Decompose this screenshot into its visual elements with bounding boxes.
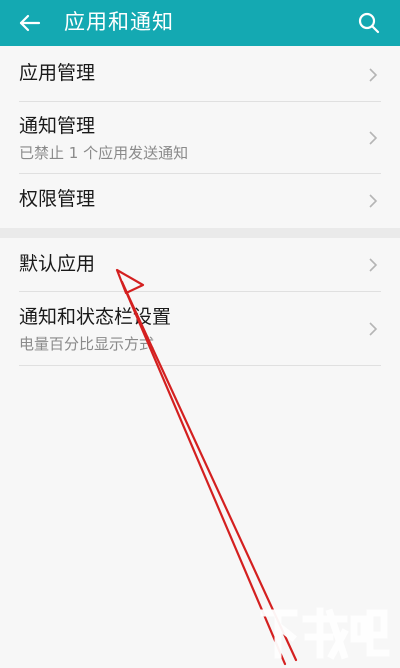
watermark-logo bbox=[260, 607, 390, 660]
annotation-arrow bbox=[115, 268, 298, 666]
